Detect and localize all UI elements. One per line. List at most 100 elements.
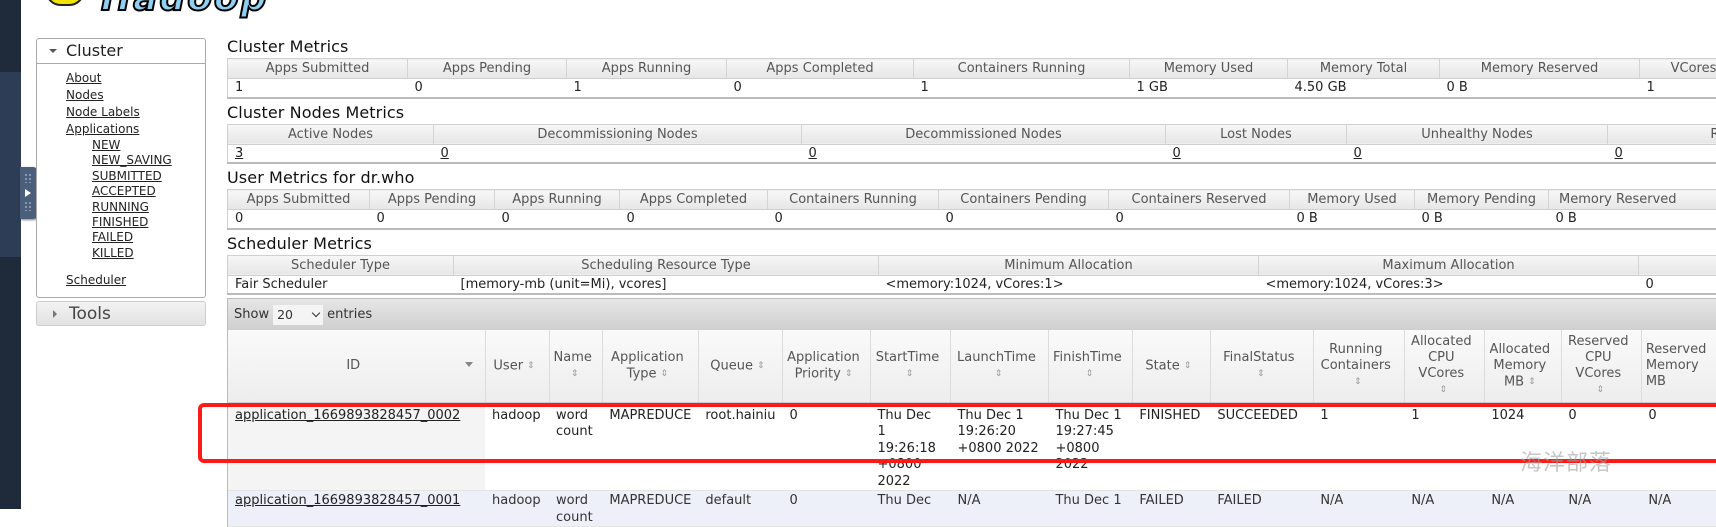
sidebar-link-new-saving[interactable]: NEW_SAVING: [92, 153, 205, 168]
scheduler-type: Fair Scheduler: [228, 275, 454, 294]
sidebar-link-submitted[interactable]: SUBMITTED: [92, 169, 205, 184]
column-header-name[interactable]: Name⇕: [549, 330, 602, 402]
column-header: Apps Submitted: [228, 190, 370, 210]
desktop-panel: [0, 72, 21, 257]
column-header: Apps Submitted: [228, 59, 408, 79]
sidebar-link-new[interactable]: NEW: [92, 138, 205, 153]
sidebar-link-about[interactable]: About: [66, 70, 205, 87]
metric-value: 0: [1639, 275, 1716, 294]
applications-table: ID User⇕ Name⇕ Application Type⇕ Queue⇕ …: [228, 330, 1716, 527]
column-header: Unhealthy Nodes: [1347, 124, 1608, 144]
column-header: Lost Nodes: [1166, 124, 1347, 144]
caret-down-icon: [49, 49, 57, 53]
application-id-link[interactable]: application_1669893828457_0001: [235, 493, 460, 508]
column-header-application-priority[interactable]: Application Priority⇕: [782, 330, 870, 402]
column-header: Minimum Allocation: [879, 255, 1259, 275]
entries-label: entries: [327, 307, 372, 322]
cluster-header[interactable]: Cluster: [37, 39, 205, 64]
cluster-section: Cluster About Nodes Node Labels Applicat…: [36, 38, 206, 298]
column-header: Memory Pending: [1415, 190, 1549, 210]
table-row: application_1669893828457_0002 hadoop wo…: [228, 402, 1716, 491]
sort-icon: ⇕: [757, 358, 765, 374]
sort-icon: ⇕: [845, 366, 853, 382]
column-header-reserved-memory-mb[interactable]: Reserved Memory MB: [1641, 330, 1716, 402]
sort-icon: ⇕: [1528, 374, 1536, 390]
scheduler-metrics-table: Scheduler Type Scheduling Resource Type …: [227, 255, 1716, 296]
sidebar-link-killed[interactable]: KILLED: [92, 246, 205, 261]
column-header: Apps Running: [567, 59, 727, 79]
sort-icon: ⇕: [1440, 382, 1448, 398]
decommissioned-nodes-link[interactable]: 0: [809, 146, 817, 161]
column-header-reserved-cpu-vcores[interactable]: Reserved CPU VCores⇕: [1561, 330, 1641, 402]
sidebar-link-finished[interactable]: FINISHED: [92, 215, 205, 230]
column-header: Apps Completed: [727, 59, 914, 79]
watermark: 海洋部落: [1520, 445, 1612, 477]
sidebar-link-applications[interactable]: Applications: [66, 121, 205, 138]
sort-desc-icon: [465, 362, 473, 367]
app-state: FINISHED: [1132, 402, 1210, 491]
column-header: Scheduler Type: [228, 255, 454, 275]
metric-value: 0: [768, 210, 939, 229]
app-name: word count: [549, 402, 602, 491]
application-id-link[interactable]: application_1669893828457_0002: [235, 408, 460, 423]
metric-value: 0 B: [1415, 210, 1549, 229]
column-header-finish-time[interactable]: FinishTime⇕: [1048, 330, 1132, 402]
sort-icon: ⇕: [1257, 366, 1265, 382]
decommissioning-nodes-link[interactable]: 0: [441, 146, 449, 161]
app-final-status: SUCCEEDED: [1210, 402, 1313, 491]
sidebar-link-nodes[interactable]: Nodes: [66, 87, 205, 104]
column-header-allocated-cpu-vcores[interactable]: Allocated CPU VCores⇕: [1404, 330, 1484, 402]
cluster-nodes-metrics-title: Cluster Nodes Metrics: [227, 102, 1716, 124]
column-header: Containers Pending: [939, 190, 1109, 210]
scheduling-resource-type: [memory-mb (unit=Mi), vcores]: [454, 275, 879, 294]
tools-header[interactable]: Tools: [36, 301, 206, 326]
maximum-allocation: <memory:1024, vCores:3>: [1259, 275, 1639, 294]
metric-value: 0: [228, 210, 370, 229]
column-header-id[interactable]: ID: [228, 330, 485, 402]
metric-value: 4.50 GB: [1288, 79, 1440, 98]
sidebar-link-running[interactable]: RUNNING: [92, 200, 205, 215]
user-metrics-title: User Metrics for dr.who: [227, 167, 1716, 189]
column-header-user[interactable]: User⇕: [485, 330, 549, 402]
column-header-state[interactable]: State⇕: [1132, 330, 1210, 402]
cluster-header-label: Cluster: [66, 39, 123, 63]
metric-value: 0: [727, 79, 914, 98]
sort-icon: ⇕: [527, 358, 535, 374]
column-header: Containers Reserved: [1109, 190, 1290, 210]
rebooted-nodes-link[interactable]: 0: [1615, 146, 1623, 161]
metric-value: 1 GB: [1130, 79, 1288, 98]
sidebar-link-failed[interactable]: FAILED: [92, 230, 205, 245]
page-size-select[interactable]: 20: [273, 305, 323, 325]
column-header-launch-time[interactable]: LaunchTime⇕: [950, 330, 1048, 402]
active-nodes-link[interactable]: 3: [235, 146, 243, 161]
sidebar-link-node-labels[interactable]: Node Labels: [66, 104, 205, 121]
column-header: Memory Reserved: [1549, 190, 1716, 210]
column-header: [1639, 255, 1716, 275]
column-header: VCores: [1640, 59, 1716, 79]
show-label: Show: [234, 307, 269, 322]
page-size-value: 20: [277, 307, 293, 322]
column-header-final-status[interactable]: FinalStatus⇕: [1210, 330, 1313, 402]
column-header: Rebo: [1608, 124, 1716, 144]
column-header-start-time[interactable]: StartTime⇕: [870, 330, 950, 402]
sort-icon: ⇕: [661, 366, 669, 382]
column-header-running-containers[interactable]: Running Containers⇕: [1313, 330, 1404, 402]
hadoop-logo[interactable]: Hadoop: [45, 0, 335, 12]
sidebar-link-accepted[interactable]: ACCEPTED: [92, 184, 205, 199]
app-priority: 0: [782, 402, 870, 491]
column-header-application-type[interactable]: Application Type⇕: [602, 330, 698, 402]
lost-nodes-link[interactable]: 0: [1173, 146, 1181, 161]
cluster-metrics-table: Apps Submitted Apps Pending Apps Running…: [227, 58, 1716, 99]
column-header: Decommissioning Nodes: [434, 124, 802, 144]
metric-value: 0: [370, 210, 495, 229]
main-content: Cluster Metrics Apps Submitted Apps Pend…: [227, 36, 1716, 527]
column-header-allocated-memory-mb[interactable]: Allocated Memory MB⇕: [1484, 330, 1561, 402]
sidebar-link-scheduler[interactable]: Scheduler: [66, 272, 205, 289]
column-header-queue[interactable]: Queue⇕: [698, 330, 782, 402]
metric-value: 0 B: [1549, 210, 1716, 229]
metric-value: 1: [1640, 79, 1716, 98]
unhealthy-nodes-link[interactable]: 0: [1354, 146, 1362, 161]
scheduler-metrics-title: Scheduler Metrics: [227, 233, 1716, 255]
app-running-containers: 1: [1313, 402, 1404, 491]
app-finish-time: Thu Dec 1 19:27:45 +0800 2022: [1048, 402, 1132, 491]
